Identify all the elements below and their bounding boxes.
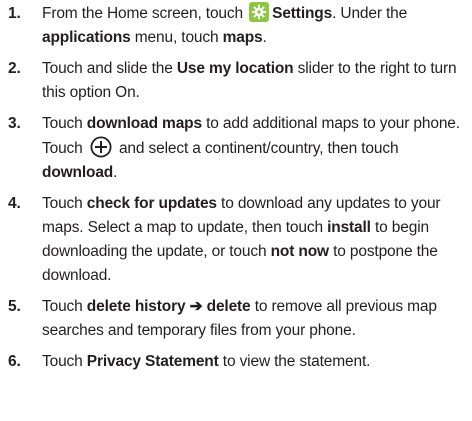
instructions-page: 1. From the Home screen, touch Settings.… xyxy=(0,0,472,421)
step-text: . xyxy=(262,29,267,46)
step-number: 3. xyxy=(8,115,21,132)
download-maps-label: download maps xyxy=(86,115,202,132)
step-1: 1. From the Home screen, touch Settings.… xyxy=(8,2,466,50)
step-text: Touch xyxy=(42,115,87,132)
not-now-label: not now xyxy=(270,243,330,260)
step-text: . xyxy=(113,164,118,181)
plus-circle-icon xyxy=(90,136,112,158)
applications-label: applications xyxy=(42,29,131,46)
step-text: Touch and slide the xyxy=(42,60,177,77)
steps-list: 1. From the Home screen, touch Settings.… xyxy=(8,2,466,374)
step-number: 1. xyxy=(8,5,21,22)
delete-label: delete xyxy=(206,298,251,315)
step-text: . Under the xyxy=(332,5,408,22)
step-number: 5. xyxy=(8,298,21,315)
step-number: 2. xyxy=(8,60,21,77)
step-number: 6. xyxy=(8,353,21,370)
delete-history-label: delete history xyxy=(86,298,186,315)
step-2: 2. Touch and slide the Use my location s… xyxy=(8,57,466,105)
step-5: 5. Touch delete history ➔ delete to remo… xyxy=(8,295,466,343)
gear-icon xyxy=(249,2,270,22)
arrow-right-icon: ➔ xyxy=(185,298,207,315)
download-label: download xyxy=(42,164,114,181)
step-text: and select a continent/country, then tou… xyxy=(114,140,399,157)
step-text: menu, touch xyxy=(130,29,223,46)
maps-label: maps xyxy=(222,29,263,46)
use-my-location-label: Use my location xyxy=(176,60,294,77)
step-text: Touch xyxy=(42,195,87,212)
check-for-updates-label: check for updates xyxy=(86,195,217,212)
settings-label: Settings xyxy=(272,5,333,22)
step-3: 3. Touch download maps to add additional… xyxy=(8,112,466,185)
step-4: 4. Touch check for updates to download a… xyxy=(8,192,466,288)
step-text: From the Home screen, touch xyxy=(42,5,248,22)
step-6: 6. Touch Privacy Statement to view the s… xyxy=(8,350,466,374)
step-number: 4. xyxy=(8,195,21,212)
step-text: Touch xyxy=(42,298,87,315)
step-text: Touch xyxy=(42,353,87,370)
install-label: install xyxy=(327,219,371,236)
privacy-statement-label: Privacy Statement xyxy=(86,353,219,370)
step-text: to view the statement. xyxy=(218,353,371,370)
